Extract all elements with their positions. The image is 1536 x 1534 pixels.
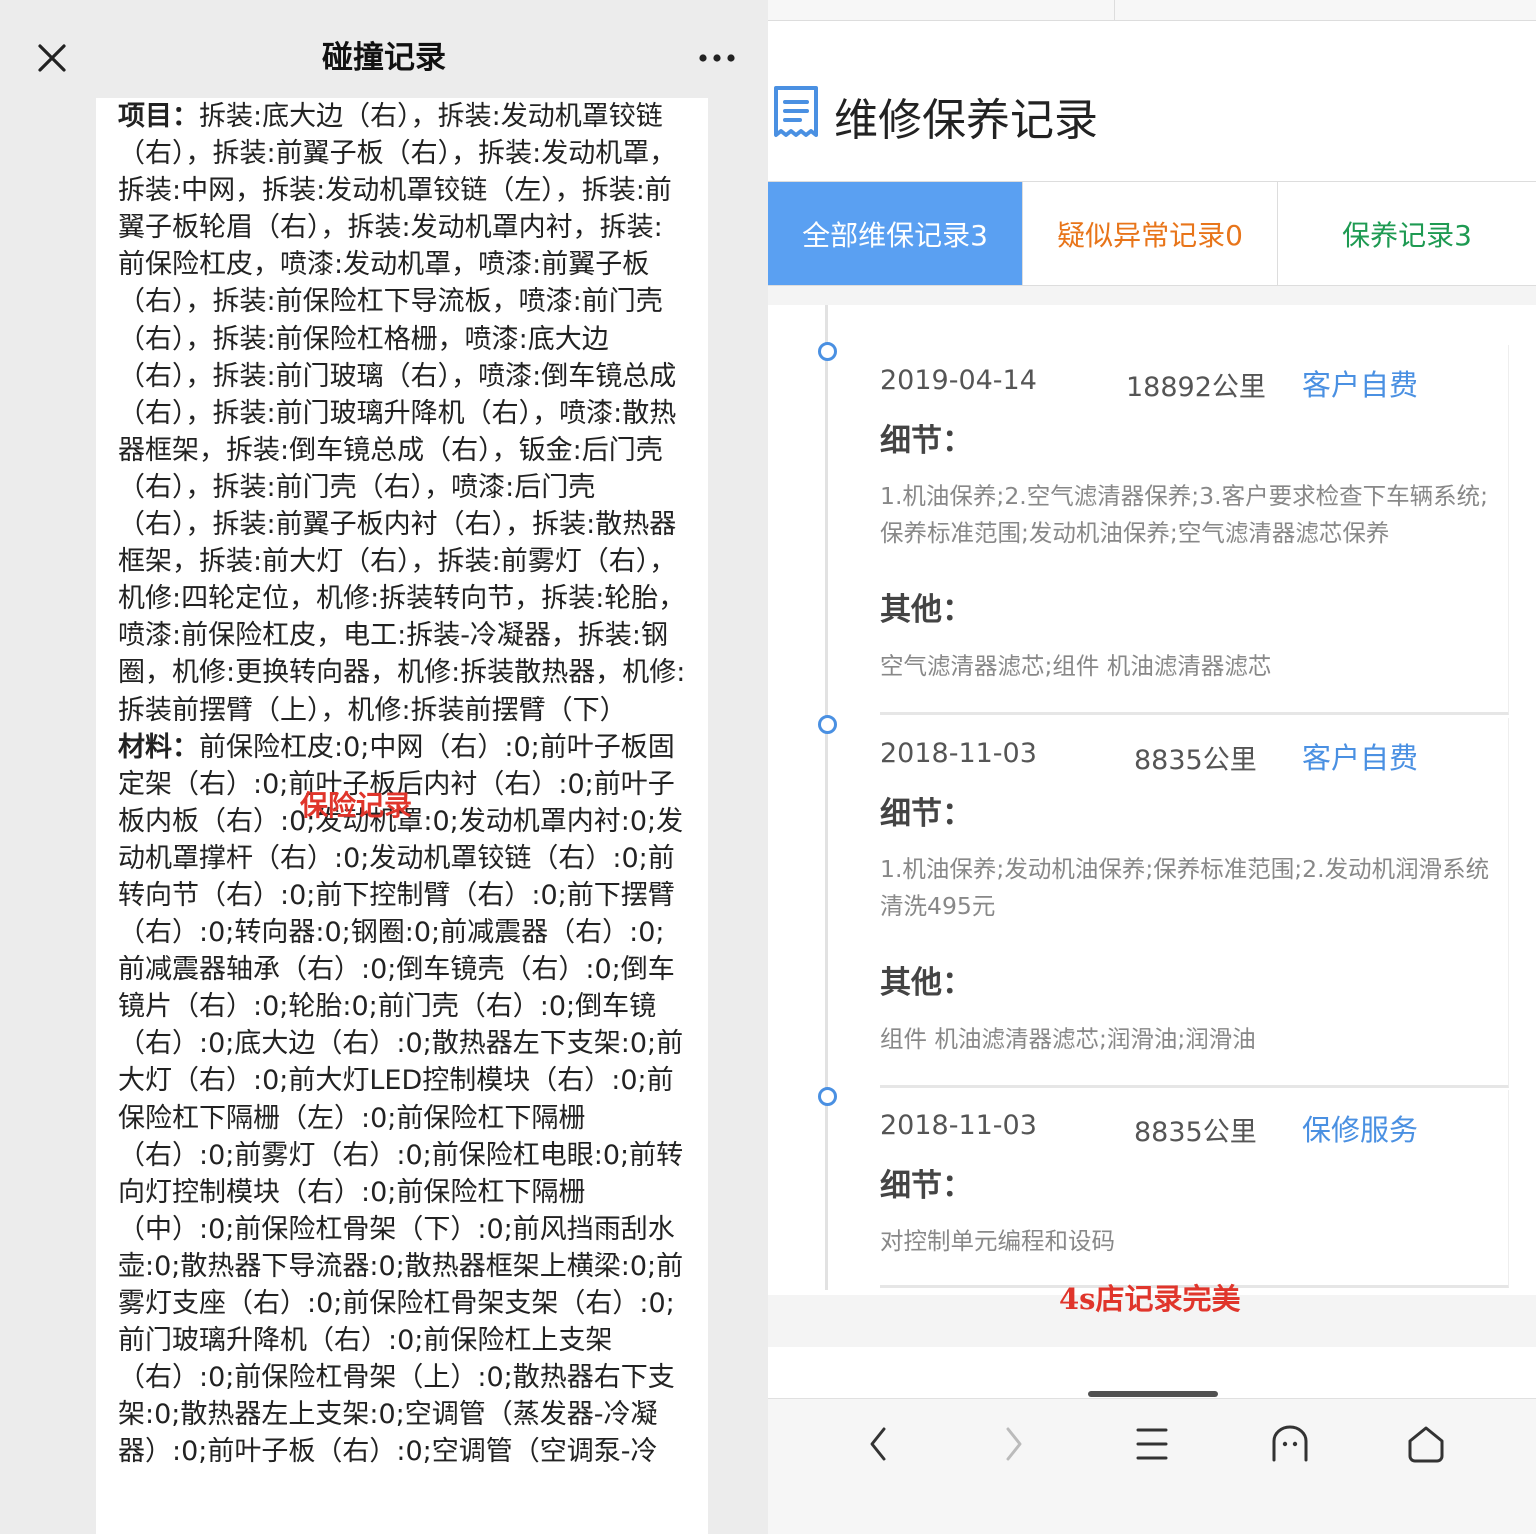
timeline-dot [818, 342, 837, 361]
materials-label: 材料： [118, 731, 199, 763]
tab-maintenance-records[interactable]: 保养记录3 [1278, 182, 1536, 285]
record-date: 2018-11-03 [880, 738, 1037, 769]
record-mileage: 18892公里 [1126, 372, 1266, 403]
detail-label: 细节： [880, 796, 973, 832]
materials-text: 前保险杠皮:0;中网（右）:0;前叶子板固定架（右）:0;前叶子板后内衬（右）:… [118, 731, 684, 1468]
timeline-dot [818, 715, 837, 734]
record-timeline: 2019-04-14 18892公里 客户自费 细节： 1.机油保养;2.空气滤… [768, 305, 1536, 1295]
record-card[interactable]: 2019-04-14 18892公里 客户自费 细节： 1.机油保养;2.空气滤… [880, 345, 1509, 715]
detail-label: 细节： [880, 423, 973, 459]
record-date: 2018-11-03 [880, 1110, 1037, 1141]
browser-navbar [768, 1398, 1536, 1534]
tabs-icon[interactable] [1260, 1417, 1320, 1471]
top-strip [768, 0, 1536, 21]
section-header: 维修保养记录 [768, 21, 1536, 181]
projects-label: 项目： [118, 101, 199, 132]
other-label: 其他： [880, 592, 973, 628]
section-title: 维修保养记录 [834, 95, 1098, 146]
tab-all-records[interactable]: 全部维保记录3 [768, 182, 1023, 285]
record-details: 对控制单元编程和设码 [880, 1227, 1115, 1255]
other-label: 其他： [880, 965, 973, 1001]
record-card[interactable]: 2018-11-03 8835公里 保修服务 细节： 对控制单元编程和设码 [880, 1090, 1509, 1288]
record-mileage: 8835公里 [1134, 745, 1257, 776]
record-type[interactable]: 客户自费 [1302, 362, 1418, 404]
record-type[interactable]: 保修服务 [1302, 1107, 1418, 1149]
record-tabs: 全部维保记录3 疑似异常记录0 保养记录3 [768, 181, 1536, 286]
timeline-line [825, 305, 828, 1290]
collision-record-panel: 碰撞记录 项目：拆装:底大边（右），拆装:发动机罩铰链（右），拆装:前翼子板（右… [0, 0, 768, 1534]
projects-text: 拆装:底大边（右），拆装:发动机罩铰链（右），拆装:前翼子板（右），拆装:发动机… [118, 101, 686, 726]
tab-abnormal-records[interactable]: 疑似异常记录0 [1023, 182, 1278, 285]
timeline-dot [818, 1087, 837, 1106]
menu-icon[interactable] [1122, 1417, 1182, 1471]
record-other: 空气滤清器滤芯;组件 机油滤清器滤芯 [880, 652, 1272, 680]
forward-icon[interactable] [984, 1417, 1044, 1471]
page-title: 碰撞记录 [322, 40, 446, 76]
record-type[interactable]: 客户自费 [1302, 735, 1418, 777]
detail-label: 细节： [880, 1168, 973, 1204]
record-other: 组件 机油滤清器滤芯;润滑油;润滑油 [880, 1025, 1256, 1053]
record-details: 1.机油保养;2.空气滤清器保养;3.客户要求检查下车辆系统;保养标准范围;发动… [880, 482, 1489, 547]
home-icon[interactable] [1396, 1417, 1456, 1471]
insurance-note-annotation: 保险记录 [300, 789, 413, 822]
back-icon[interactable] [848, 1417, 908, 1471]
record-mileage: 8835公里 [1134, 1117, 1257, 1148]
perfect-record-annotation: 4s店记录完美 [1059, 1282, 1241, 1316]
record-date: 2019-04-14 [880, 365, 1037, 396]
maintenance-record-panel: 维修保养记录 全部维保记录3 疑似异常记录0 保养记录3 2019-04-14 … [768, 0, 1536, 1534]
record-details: 1.机油保养;发动机油保养;保养标准范围;2.发动机润滑系统清洗495元 [880, 855, 1490, 920]
document-icon [772, 85, 820, 145]
left-header: 碰撞记录 [0, 0, 768, 98]
more-icon[interactable] [695, 40, 739, 76]
record-card[interactable]: 2018-11-03 8835公里 客户自费 细节： 1.机油保养;发动机油保养… [880, 718, 1509, 1088]
